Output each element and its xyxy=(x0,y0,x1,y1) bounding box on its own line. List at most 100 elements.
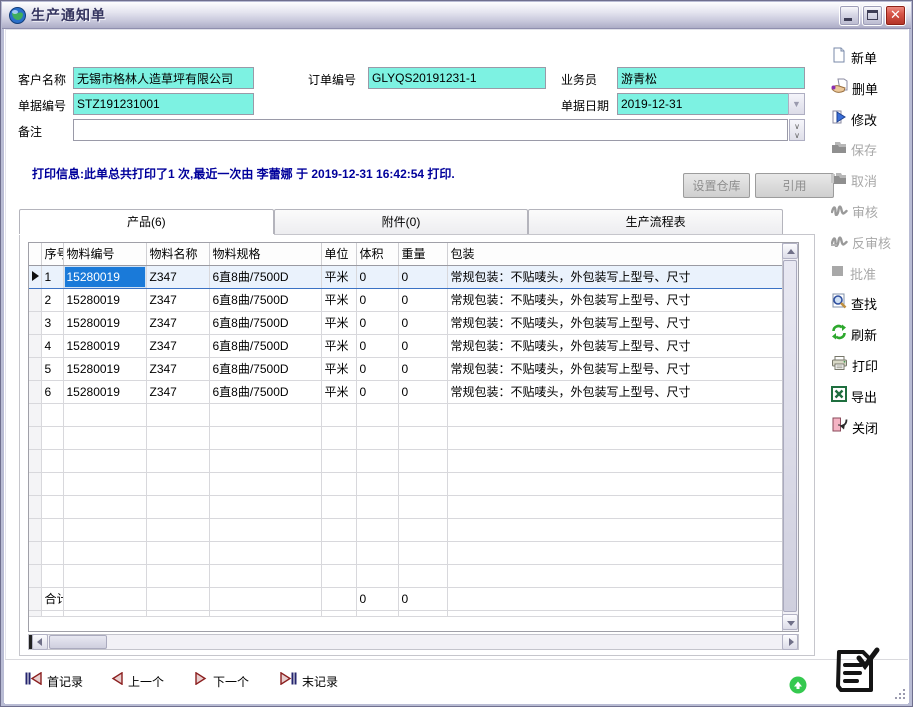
grid-cell xyxy=(447,403,784,426)
print-icon xyxy=(831,355,848,376)
nav-last-record[interactable]: 末记录 xyxy=(280,672,338,690)
grid-cell[interactable]: 常规包装：不贴唛头，外包装写上型号、尺寸 xyxy=(447,380,784,403)
grid-cell[interactable]: 15280019 xyxy=(63,288,146,311)
customer-input[interactable] xyxy=(73,67,254,89)
nav-next-record[interactable]: 下一个 xyxy=(195,672,249,690)
grid-cell xyxy=(398,518,447,541)
grid-cell[interactable]: 常规包装：不贴唛头，外包装写上型号、尺寸 xyxy=(447,288,784,311)
grid-cell[interactable]: 2 xyxy=(41,288,63,311)
grid-cell[interactable]: 平米 xyxy=(321,357,356,380)
sidebar-button-print[interactable]: 打印 xyxy=(831,354,878,376)
grid-cell[interactable]: 3 xyxy=(41,311,63,334)
sidebar-button-delete-doc[interactable]: 删单 xyxy=(831,77,878,99)
grid-cell[interactable]: 15280019 xyxy=(63,311,146,334)
grid-cell[interactable]: 0 xyxy=(398,288,447,311)
close-button[interactable]: ✕ xyxy=(885,5,906,26)
sidebar-button-modify[interactable]: 修改 xyxy=(831,108,877,130)
grid-cell[interactable]: Z347 xyxy=(146,311,209,334)
grid-cell[interactable]: 常规包装：不贴唛头，外包装写上型号、尺寸 xyxy=(447,311,784,334)
row-selector-cell[interactable] xyxy=(29,334,41,357)
grid-cell[interactable]: 6直8曲/7500D xyxy=(209,357,321,380)
row-selector-cell[interactable] xyxy=(29,380,41,403)
grid-cell[interactable]: 0 xyxy=(356,265,398,288)
order-no-input[interactable] xyxy=(368,67,546,89)
grid-cell[interactable]: 6直8曲/7500D xyxy=(209,265,321,288)
grid-cell[interactable]: 常规包装：不贴唛头，外包装写上型号、尺寸 xyxy=(447,265,784,288)
grid-cell[interactable]: 0 xyxy=(356,311,398,334)
grid-cell[interactable]: 0 xyxy=(398,311,447,334)
resize-grip[interactable] xyxy=(893,687,906,700)
sidebar-button-close-doc[interactable]: 关闭 xyxy=(831,416,878,438)
grid-cell[interactable]: 平米 xyxy=(321,334,356,357)
maximize-button[interactable] xyxy=(862,5,883,26)
nav-first-record[interactable]: 首记录 xyxy=(25,672,83,690)
grid-horizontal-scrollbar[interactable] xyxy=(28,634,799,650)
grid-cell[interactable]: 常规包装：不贴唛头，外包装写上型号、尺寸 xyxy=(447,357,784,380)
grid-cell[interactable]: 4 xyxy=(41,334,63,357)
grid-cell[interactable]: 15280019 xyxy=(63,265,146,288)
grid-vertical-scrollbar[interactable] xyxy=(782,243,798,631)
grid-cell[interactable]: 0 xyxy=(398,380,447,403)
grid-cell[interactable]: 0 xyxy=(398,265,447,288)
remark-expand-button[interactable]: ∨∨ xyxy=(789,119,805,141)
row-selector-cell[interactable] xyxy=(29,288,41,311)
window-title: 生产通知单 xyxy=(31,5,106,25)
tab-process-table[interactable]: 生产流程表 xyxy=(528,209,783,234)
nav-previous-record[interactable]: 上一个 xyxy=(110,672,164,690)
grid-cell[interactable]: 15280019 xyxy=(63,357,146,380)
grid-cell[interactable]: 平米 xyxy=(321,265,356,288)
grid-cell[interactable]: 5 xyxy=(41,357,63,380)
grid-cell[interactable]: Z347 xyxy=(146,380,209,403)
column-header-6: 重量 xyxy=(398,243,447,265)
grid-cell[interactable]: 15280019 xyxy=(63,334,146,357)
grid-cell xyxy=(356,495,398,518)
row-selector-cell[interactable] xyxy=(29,357,41,380)
grid-cell[interactable]: Z347 xyxy=(146,357,209,380)
grid-cell xyxy=(356,449,398,472)
scroll-up-button[interactable] xyxy=(782,243,798,259)
grid-cell[interactable]: 0 xyxy=(356,357,398,380)
doc-date-dropdown-button[interactable]: ▼ xyxy=(788,93,805,115)
grid-cell[interactable]: 0 xyxy=(356,334,398,357)
scroll-right-button[interactable] xyxy=(782,634,798,650)
row-selector-cell[interactable] xyxy=(29,265,41,288)
doc-no-input[interactable] xyxy=(73,93,254,115)
grid-cell[interactable]: 0 xyxy=(398,334,447,357)
products-grid: 序号物料编号物料名称物料规格单位体积重量包装 115280019Z3476直8曲… xyxy=(28,242,799,632)
grid-cell[interactable]: 0 xyxy=(356,380,398,403)
grid-cell[interactable]: 0 xyxy=(356,288,398,311)
grid-cell[interactable]: 6直8曲/7500D xyxy=(209,288,321,311)
row-selector-cell[interactable] xyxy=(29,311,41,334)
grid-cell[interactable]: Z347 xyxy=(146,288,209,311)
scroll-left-button[interactable] xyxy=(32,634,48,650)
grid-cell[interactable]: 6直8曲/7500D xyxy=(209,311,321,334)
minimize-button[interactable] xyxy=(839,5,860,26)
doc-date-input[interactable] xyxy=(617,93,805,115)
customer-label: 客户名称 xyxy=(18,71,66,88)
grid-cell[interactable]: 15280019 xyxy=(63,380,146,403)
remark-input[interactable] xyxy=(73,119,788,141)
grid-cell[interactable]: 6 xyxy=(41,380,63,403)
sidebar-button-refresh[interactable]: 刷新 xyxy=(831,323,877,345)
tab-attachments[interactable]: 附件(0) xyxy=(274,209,529,234)
grid-cell[interactable]: 0 xyxy=(398,357,447,380)
scroll-down-button[interactable] xyxy=(782,614,798,630)
vertical-scroll-thumb[interactable] xyxy=(783,260,797,612)
sidebar-button-find[interactable]: 查找 xyxy=(831,292,877,314)
grid-cell[interactable]: Z347 xyxy=(146,334,209,357)
grid-cell[interactable]: 6直8曲/7500D xyxy=(209,334,321,357)
sidebar-button-export[interactable]: 导出 xyxy=(831,385,877,407)
grid-cell[interactable]: 平米 xyxy=(321,380,356,403)
grid-cell[interactable]: 平米 xyxy=(321,288,356,311)
sidebar-button-new-doc[interactable]: 新单 xyxy=(831,46,877,68)
grid-cell[interactable]: 平米 xyxy=(321,311,356,334)
horizontal-scroll-thumb[interactable] xyxy=(49,635,107,649)
grid-cell[interactable]: 常规包装：不贴唛头，外包装写上型号、尺寸 xyxy=(447,334,784,357)
grid-cell[interactable]: Z347 xyxy=(146,265,209,288)
tabstrip: 产品(6) 附件(0) 生产流程表 xyxy=(19,209,783,234)
grid-cell[interactable]: 1 xyxy=(41,265,63,288)
tab-products[interactable]: 产品(6) xyxy=(19,209,274,234)
status-orb-icon[interactable] xyxy=(789,676,807,694)
grid-cell[interactable]: 6直8曲/7500D xyxy=(209,380,321,403)
salesman-input[interactable] xyxy=(617,67,805,89)
